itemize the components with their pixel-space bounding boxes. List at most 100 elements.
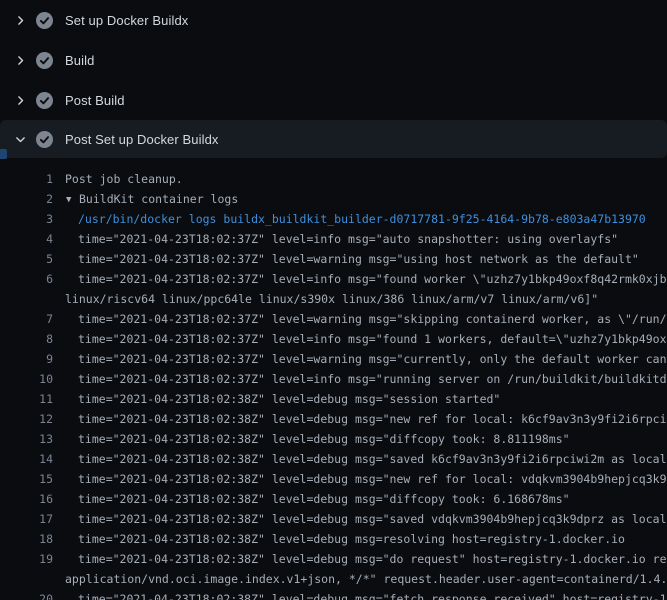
log-text: time="2021-04-23T18:02:37Z" level=info m… (78, 372, 667, 386)
log-text: time="2021-04-23T18:02:37Z" level=warnin… (78, 252, 639, 266)
log-row: ▼application/vnd.oci.image.index.v1+json… (0, 569, 667, 589)
log-line: ▼time="2021-04-23T18:02:37Z" level=info … (78, 329, 667, 349)
chevron-right-icon (13, 93, 27, 107)
check-circle-icon (36, 92, 53, 109)
log-text: time="2021-04-23T18:02:38Z" level=debug … (78, 432, 570, 446)
log-line: ▼BuildKit container logs (66, 189, 238, 209)
line-number[interactable]: 3 (0, 209, 53, 229)
log-line: ▼Post job cleanup. (65, 169, 183, 189)
log-row: 19 ▼time="2021-04-23T18:02:38Z" level=de… (0, 549, 667, 569)
log-row: 4 ▼time="2021-04-23T18:02:37Z" level=inf… (0, 229, 667, 249)
line-number[interactable]: 13 (0, 429, 53, 449)
step-row-post-set-up-docker-buildx[interactable]: Post Set up Docker Buildx (0, 120, 667, 158)
check-circle-icon (36, 131, 53, 148)
log-row: 18 ▼time="2021-04-23T18:02:38Z" level=de… (0, 529, 667, 549)
line-number[interactable]: 8 (0, 329, 53, 349)
log-line: ▼linux/riscv64 linux/ppc64le linux/s390x… (65, 289, 598, 309)
log-line: ▼time="2021-04-23T18:02:37Z" level=info … (78, 369, 667, 389)
log-text: time="2021-04-23T18:02:38Z" level=debug … (78, 452, 667, 466)
line-number[interactable]: 18 (0, 529, 53, 549)
chevron-right-icon (13, 13, 27, 27)
log-row: 17 ▼time="2021-04-23T18:02:38Z" level=de… (0, 509, 667, 529)
log-row: 6 ▼time="2021-04-23T18:02:37Z" level=inf… (0, 269, 667, 289)
log-line: ▼time="2021-04-23T18:02:38Z" level=debug… (78, 449, 667, 469)
line-number[interactable]: 20 (0, 589, 53, 600)
log-text: time="2021-04-23T18:02:38Z" level=debug … (78, 472, 667, 486)
log-text: time="2021-04-23T18:02:38Z" level=debug … (78, 592, 667, 600)
line-number[interactable]: 4 (0, 229, 53, 249)
chevron-down-icon (13, 132, 27, 146)
log-text: time="2021-04-23T18:02:38Z" level=debug … (78, 512, 667, 526)
log-text: linux/riscv64 linux/ppc64le linux/s390x … (65, 292, 598, 306)
log-line: ▼time="2021-04-23T18:02:38Z" level=debug… (78, 489, 570, 509)
log-row: 20 ▼time="2021-04-23T18:02:38Z" level=de… (0, 589, 667, 600)
log-row: 10 ▼time="2021-04-23T18:02:37Z" level=in… (0, 369, 667, 389)
check-circle-icon (36, 52, 53, 69)
step-row-set-up-docker-buildx[interactable]: Set up Docker Buildx (0, 0, 667, 40)
log-line: ▼time="2021-04-23T18:02:38Z" level=debug… (78, 549, 667, 569)
log-line: ▼time="2021-04-23T18:02:37Z" level=info … (78, 269, 667, 289)
line-number[interactable]: 15 (0, 469, 53, 489)
line-number[interactable]: 5 (0, 249, 53, 269)
log-line: ▼time="2021-04-23T18:02:38Z" level=debug… (78, 589, 667, 600)
line-number[interactable]: 10 (0, 369, 53, 389)
log-text: time="2021-04-23T18:02:37Z" level=warnin… (78, 312, 667, 326)
log-row: 14 ▼time="2021-04-23T18:02:38Z" level=de… (0, 449, 667, 469)
step-row-build[interactable]: Build (0, 40, 667, 80)
log-text: time="2021-04-23T18:02:38Z" level=debug … (78, 492, 570, 506)
log-text: time="2021-04-23T18:02:38Z" level=debug … (78, 392, 500, 406)
log-row: 16 ▼time="2021-04-23T18:02:38Z" level=de… (0, 489, 667, 509)
log-line: ▼/usr/bin/docker logs buildx_buildkit_bu… (78, 209, 646, 229)
log-text: time="2021-04-23T18:02:38Z" level=debug … (78, 532, 625, 546)
log-text: /usr/bin/docker logs buildx_buildkit_bui… (78, 212, 646, 226)
log-row: 1 ▼Post job cleanup. (0, 169, 667, 189)
disclosure-triangle-icon[interactable]: ▼ (66, 190, 79, 209)
log-text: time="2021-04-23T18:02:38Z" level=debug … (78, 552, 667, 566)
line-number[interactable] (0, 569, 53, 589)
line-number[interactable]: 19 (0, 549, 53, 569)
log-line: ▼time="2021-04-23T18:02:38Z" level=debug… (78, 389, 500, 409)
log-line: ▼time="2021-04-23T18:02:38Z" level=debug… (78, 529, 625, 549)
log-row: 5 ▼time="2021-04-23T18:02:37Z" level=war… (0, 249, 667, 269)
line-number[interactable]: 11 (0, 389, 53, 409)
log-line: ▼time="2021-04-23T18:02:38Z" level=debug… (78, 409, 667, 429)
log-text: time="2021-04-23T18:02:37Z" level=info m… (78, 232, 618, 246)
step-row-post-build[interactable]: Post Build (0, 80, 667, 120)
line-number[interactable] (0, 289, 53, 309)
step-label: Post Build (65, 93, 125, 108)
log-text: Post job cleanup. (65, 172, 183, 186)
line-number[interactable]: 7 (0, 309, 53, 329)
line-number[interactable]: 14 (0, 449, 53, 469)
log-line: ▼time="2021-04-23T18:02:38Z" level=debug… (78, 469, 667, 489)
check-circle-icon (36, 12, 53, 29)
line-number[interactable]: 2 (0, 189, 53, 209)
line-number[interactable]: 12 (0, 409, 53, 429)
log-text: time="2021-04-23T18:02:37Z" level=info m… (78, 272, 667, 286)
log-text: time="2021-04-23T18:02:37Z" level=info m… (78, 332, 667, 346)
line-number[interactable]: 17 (0, 509, 53, 529)
log-row: 12 ▼time="2021-04-23T18:02:38Z" level=de… (0, 409, 667, 429)
line-number[interactable]: 16 (0, 489, 53, 509)
log-line: ▼time="2021-04-23T18:02:37Z" level=warni… (78, 309, 667, 329)
log-row: 3 ▼/usr/bin/docker logs buildx_buildkit_… (0, 209, 667, 229)
log-line: ▼time="2021-04-23T18:02:38Z" level=debug… (78, 509, 667, 529)
log-row: 9 ▼time="2021-04-23T18:02:37Z" level=war… (0, 349, 667, 369)
step-label: Set up Docker Buildx (65, 13, 188, 28)
line-number[interactable]: 1 (0, 169, 53, 189)
log-text: time="2021-04-23T18:02:37Z" level=warnin… (78, 352, 667, 366)
log-text: time="2021-04-23T18:02:38Z" level=debug … (78, 412, 667, 426)
log-row: ▼linux/riscv64 linux/ppc64le linux/s390x… (0, 289, 667, 309)
log-panel: 1 ▼Post job cleanup. 2 ▼BuildKit contain… (0, 158, 667, 600)
line-number[interactable]: 9 (0, 349, 53, 369)
log-row[interactable]: 2 ▼BuildKit container logs (0, 189, 667, 209)
log-row: 8 ▼time="2021-04-23T18:02:37Z" level=inf… (0, 329, 667, 349)
log-line: ▼time="2021-04-23T18:02:38Z" level=debug… (78, 429, 570, 449)
line-number[interactable]: 6 (0, 269, 53, 289)
log-text: application/vnd.oci.image.index.v1+json,… (65, 572, 667, 586)
log-line: ▼time="2021-04-23T18:02:37Z" level=info … (78, 229, 618, 249)
log-line: ▼application/vnd.oci.image.index.v1+json… (65, 569, 667, 589)
log-line: ▼time="2021-04-23T18:02:37Z" level=warni… (78, 349, 667, 369)
step-label: Post Set up Docker Buildx (65, 132, 219, 147)
log-row: 15 ▼time="2021-04-23T18:02:38Z" level=de… (0, 469, 667, 489)
log-row: 13 ▼time="2021-04-23T18:02:38Z" level=de… (0, 429, 667, 449)
